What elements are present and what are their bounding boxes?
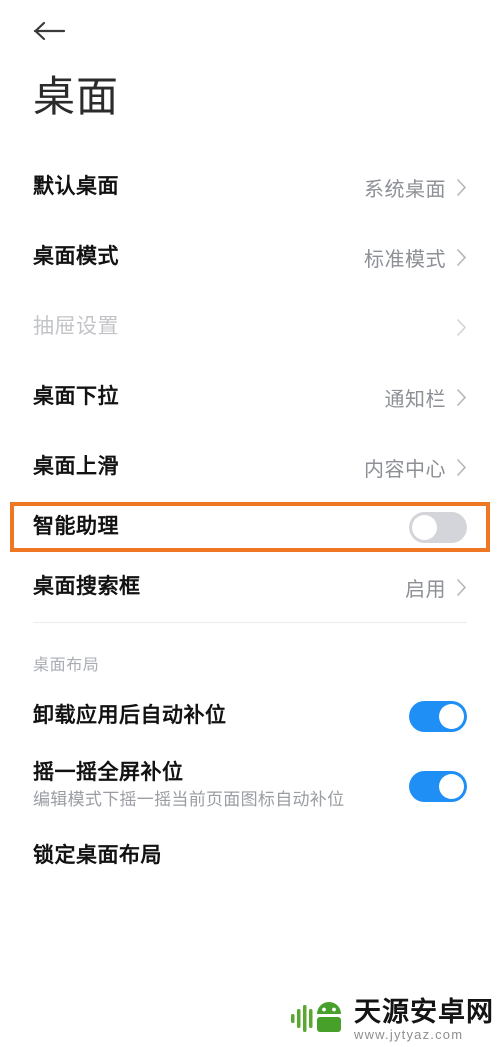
layout-settings-list: 卸载应用后自动补位 摇一摇全屏补位 编辑模式下摇一摇当前页面图标自动补位 锁定桌… xyxy=(0,681,500,891)
row-texts: 桌面搜索框 xyxy=(33,574,405,600)
chevron-right-icon xyxy=(456,458,467,476)
row-texts: 抽屉设置 xyxy=(33,314,456,340)
back-arrow-icon xyxy=(33,19,67,43)
row-right: 标准模式 xyxy=(364,243,467,272)
row-texts: 桌面上滑 xyxy=(33,454,364,480)
toggle-knob xyxy=(439,703,464,729)
row-value: 启用 xyxy=(405,578,446,601)
row-right: 系统桌面 xyxy=(364,173,467,202)
settings-row-swipe-up[interactable]: 桌面上滑 内容中心 xyxy=(0,432,500,502)
shake-fill-toggle[interactable] xyxy=(409,770,467,802)
toggle-knob xyxy=(439,773,464,799)
top-bar xyxy=(0,0,500,62)
row-texts: 卸载应用后自动补位 xyxy=(33,703,409,729)
chevron-right-icon xyxy=(456,388,467,406)
watermark-site-url: www.jytyaz.com xyxy=(354,1027,464,1042)
row-value: 系统桌面 xyxy=(364,178,446,201)
row-label: 默认桌面 xyxy=(33,174,119,198)
row-right xyxy=(409,511,467,543)
settings-row-desktop-mode[interactable]: 桌面模式 标准模式 xyxy=(0,222,500,292)
chevron-right-icon xyxy=(456,318,467,336)
smart-assistant-toggle[interactable] xyxy=(409,511,467,543)
watermark-site-name: 天源安卓网 xyxy=(354,997,494,1027)
section-title-layout: 桌面布局 xyxy=(33,657,100,674)
chevron-right-icon xyxy=(456,248,467,266)
watermark-text: 天源安卓网 www.jytyaz.com xyxy=(354,997,494,1042)
row-texts: 锁定桌面布局 xyxy=(33,843,467,869)
row-texts: 桌面下拉 xyxy=(33,384,385,410)
settings-list: 默认桌面 系统桌面 桌面模式 标准模式 抽屉设置 桌面下拉 通知栏 桌面上滑 内… xyxy=(0,152,500,622)
row-label: 桌面下拉 xyxy=(33,384,119,408)
row-value: 通知栏 xyxy=(384,388,446,411)
chevron-right-icon xyxy=(456,178,467,196)
settings-row-lock-layout[interactable]: 锁定桌面布局 xyxy=(0,821,500,891)
chevron-right-icon xyxy=(456,578,467,596)
row-texts: 智能助理 xyxy=(33,514,409,540)
row-label: 智能助理 xyxy=(33,514,119,538)
row-label: 桌面上滑 xyxy=(33,454,119,478)
settings-row-default-launcher[interactable]: 默认桌面 系统桌面 xyxy=(0,152,500,222)
row-right: 通知栏 xyxy=(385,383,468,412)
row-label: 抽屉设置 xyxy=(33,314,119,338)
row-texts: 摇一摇全屏补位 编辑模式下摇一摇当前页面图标自动补位 xyxy=(33,760,409,812)
row-value: 内容中心 xyxy=(364,458,446,481)
auto-fill-toggle[interactable] xyxy=(409,700,467,732)
row-label: 桌面模式 xyxy=(33,244,119,268)
watermark: 天源安卓网 www.jytyaz.com xyxy=(291,999,494,1041)
settings-row-auto-fill-after-uninstall[interactable]: 卸载应用后自动补位 xyxy=(0,681,500,751)
row-label: 卸载应用后自动补位 xyxy=(33,703,227,727)
row-right xyxy=(409,770,467,802)
row-subtitle: 编辑模式下摇一摇当前页面图标自动补位 xyxy=(33,790,345,810)
row-texts: 默认桌面 xyxy=(33,174,364,200)
android-robot-logo-icon xyxy=(291,1000,347,1041)
settings-row-search-box[interactable]: 桌面搜索框 启用 xyxy=(0,552,500,622)
row-label: 锁定桌面布局 xyxy=(33,843,162,867)
settings-row-smart-assistant[interactable]: 智能助理 xyxy=(10,502,490,552)
settings-row-swipe-down[interactable]: 桌面下拉 通知栏 xyxy=(0,362,500,432)
row-texts: 桌面模式 xyxy=(33,244,364,270)
row-label: 摇一摇全屏补位 xyxy=(33,760,184,784)
row-right: 内容中心 xyxy=(364,453,467,482)
toggle-knob xyxy=(412,514,437,540)
page-title: 桌面 xyxy=(33,73,120,120)
row-right xyxy=(409,700,467,732)
row-label: 桌面搜索框 xyxy=(33,574,141,598)
settings-row-shake-fullscreen-fill[interactable]: 摇一摇全屏补位 编辑模式下摇一摇当前页面图标自动补位 xyxy=(0,751,500,821)
row-value: 标准模式 xyxy=(364,248,446,271)
settings-row-drawer-settings: 抽屉设置 xyxy=(0,292,500,362)
row-right: 启用 xyxy=(405,573,467,602)
back-button[interactable] xyxy=(33,11,73,51)
row-right xyxy=(456,318,467,337)
